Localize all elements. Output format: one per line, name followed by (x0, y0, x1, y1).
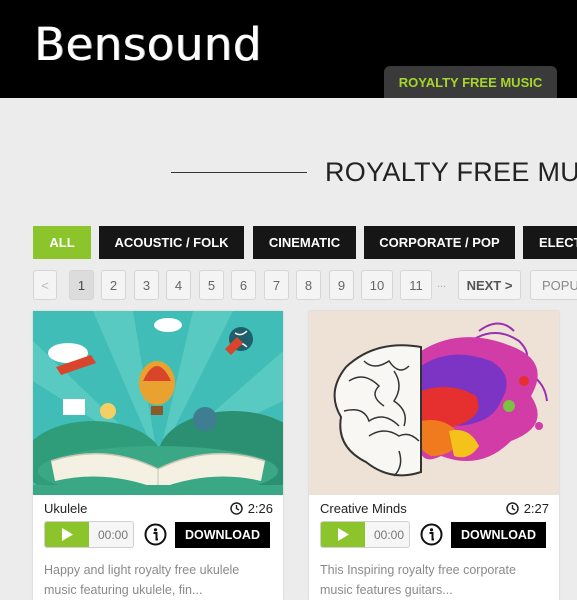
page-button-1[interactable]: 1 (69, 270, 94, 300)
page-button-3[interactable]: 3 (134, 270, 159, 300)
page-button-9[interactable]: 9 (329, 270, 354, 300)
play-button[interactable] (45, 522, 89, 547)
duration-text: 2:26 (247, 501, 273, 516)
next-page-button[interactable]: NEXT > (458, 270, 521, 300)
site-logo[interactable]: Bensound (34, 22, 262, 67)
nav-tab-royalty-free-music[interactable]: ROYALTY FREE MUSIC (384, 66, 557, 98)
track-card-creative-minds: Creative Minds 2:27 00:00 DOWNLOAD This … (309, 311, 559, 600)
category-electronica[interactable]: ELECT (523, 226, 577, 259)
creative-minds-artwork-image[interactable] (309, 311, 559, 495)
track-description: This Inspiring royalty free corporate mu… (320, 563, 516, 597)
category-acoustic-folk[interactable]: ACOUSTIC / FOLK (99, 226, 244, 259)
title-divider (171, 172, 307, 173)
sort-select[interactable]: POPU (530, 270, 577, 300)
current-time: 00:00 (97, 527, 129, 542)
clock-icon (229, 502, 243, 515)
audio-player: 00:00 (320, 521, 410, 548)
audio-player: 00:00 (44, 521, 134, 548)
info-icon[interactable] (144, 523, 167, 546)
page-button-2[interactable]: 2 (101, 270, 126, 300)
current-time: 00:00 (373, 527, 405, 542)
category-all[interactable]: ALL (33, 226, 91, 259)
page-button-10[interactable]: 10 (361, 270, 393, 300)
page-title: ROYALTY FREE MU (325, 157, 577, 187)
track-card-ukulele: Ukulele 2:26 00:00 DOWNLOAD Happy and li… (33, 311, 283, 600)
page-button-11[interactable]: 11 (400, 270, 432, 300)
duration-text: 2:27 (523, 501, 549, 516)
clock-icon (505, 502, 519, 515)
track-title[interactable]: Creative Minds (320, 501, 407, 516)
category-cinematic[interactable]: CINEMATIC (253, 226, 356, 259)
track-description: Happy and light royalty free ukulele mus… (44, 563, 240, 597)
ukulele-artwork-image[interactable] (33, 311, 283, 495)
pagination-ellipsis: ... (437, 278, 447, 290)
page-button-5[interactable]: 5 (199, 270, 224, 300)
page-button-4[interactable]: 4 (166, 270, 191, 300)
track-duration: 2:26 (229, 501, 273, 516)
track-title[interactable]: Ukulele (44, 501, 87, 516)
prev-page-button[interactable]: < (33, 270, 57, 300)
site-header: Bensound ROYALTY FREE MUSIC (0, 0, 577, 98)
category-corporate-pop[interactable]: CORPORATE / POP (364, 226, 515, 259)
page-button-6[interactable]: 6 (231, 270, 256, 300)
play-button[interactable] (321, 522, 365, 547)
play-icon (62, 528, 73, 541)
download-button[interactable]: DOWNLOAD (451, 522, 546, 548)
page-button-8[interactable]: 8 (296, 270, 321, 300)
download-button[interactable]: DOWNLOAD (175, 522, 270, 548)
page-button-7[interactable]: 7 (264, 270, 289, 300)
play-icon (338, 528, 349, 541)
track-duration: 2:27 (505, 501, 549, 516)
info-icon[interactable] (420, 523, 443, 546)
